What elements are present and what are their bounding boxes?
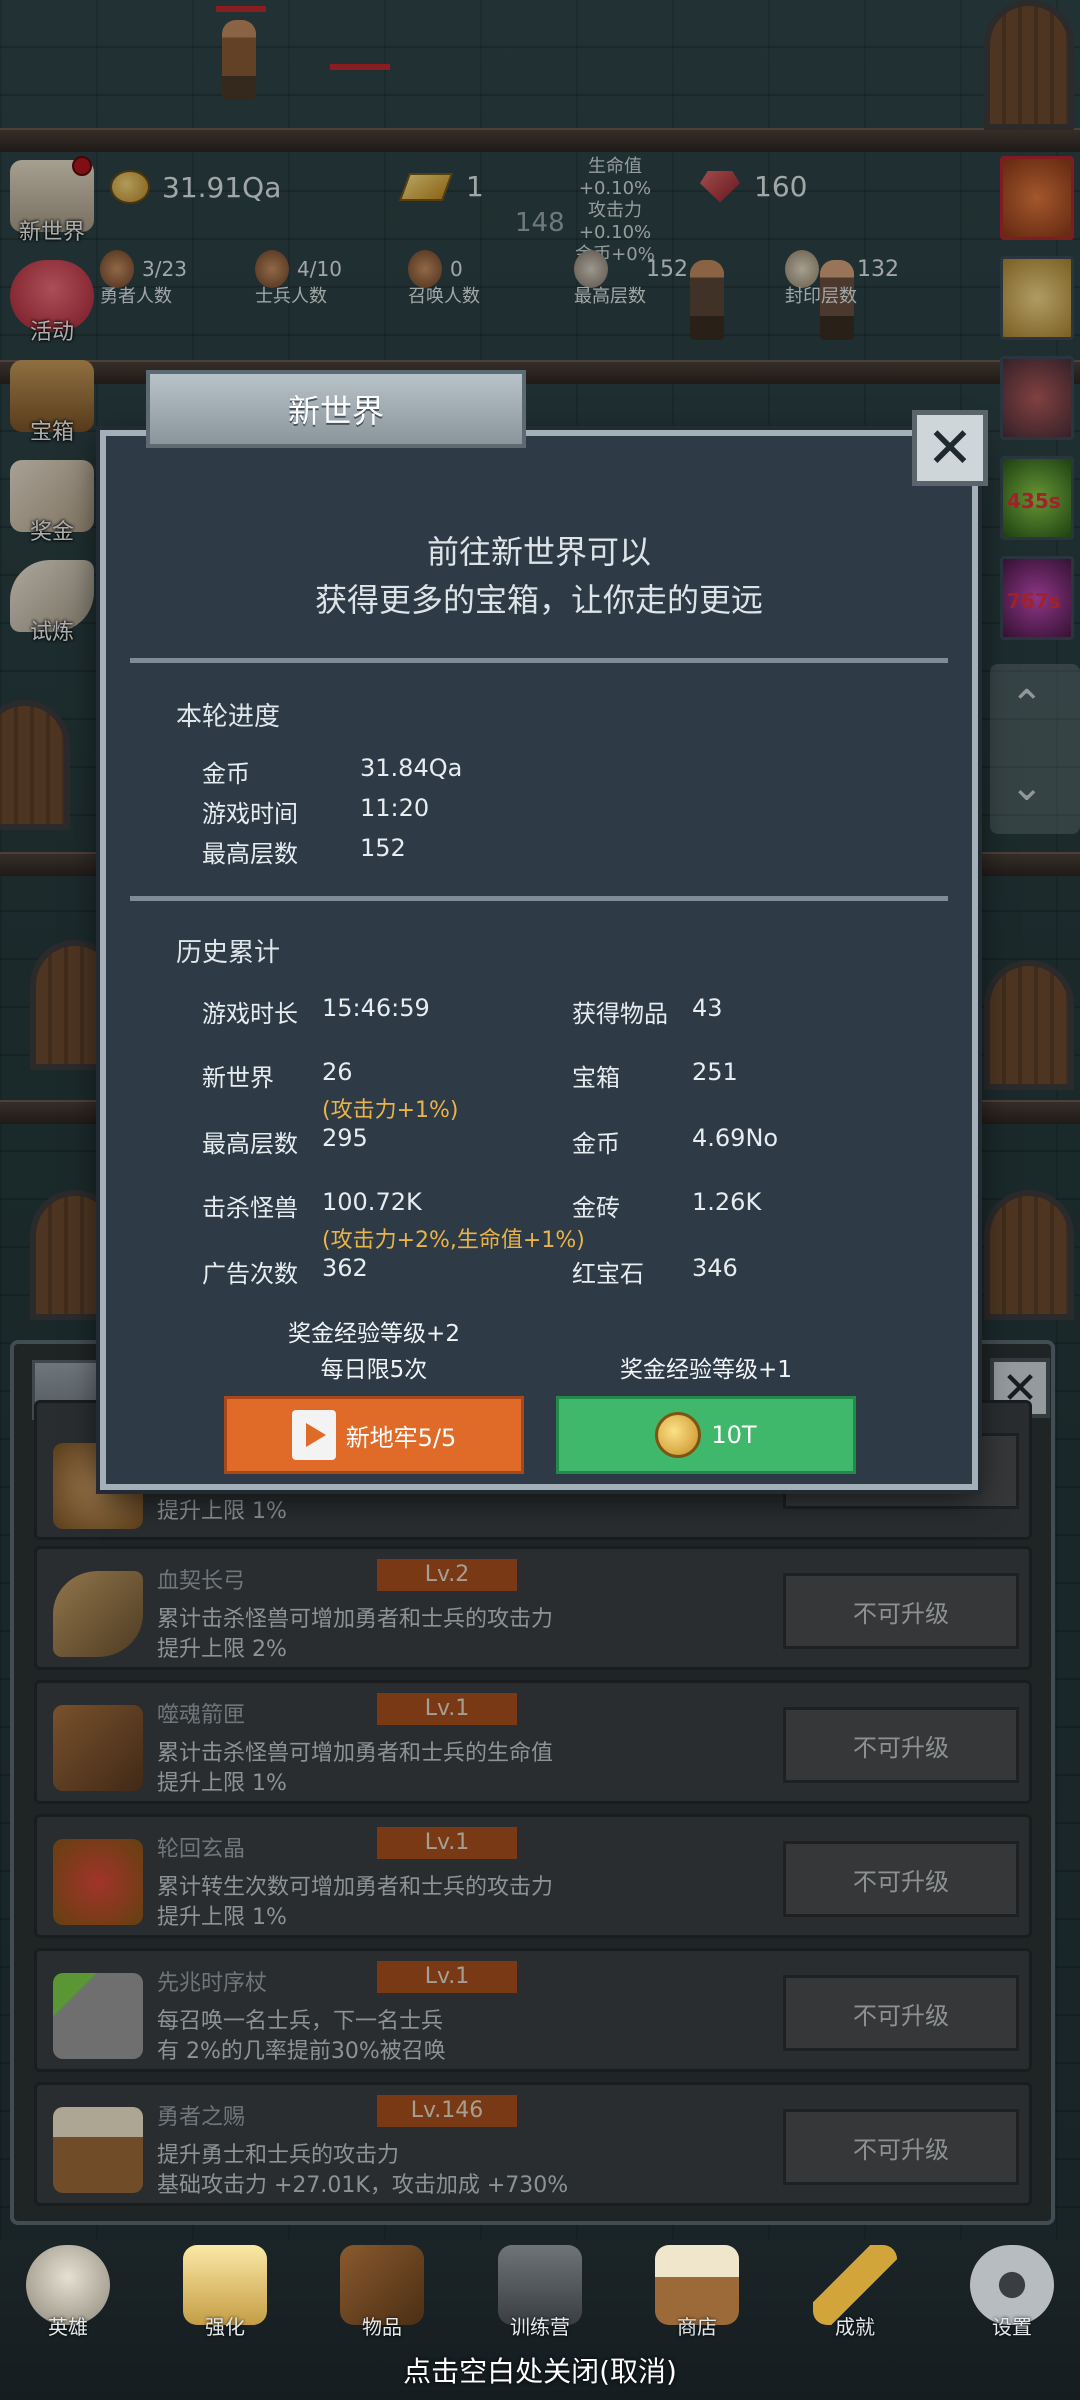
round-section-title: 本轮进度 [176, 702, 281, 732]
nav-shop[interactable]: 商店 [637, 2245, 757, 2355]
history-key: 金币 [572, 1130, 620, 1158]
history-value: 346 [692, 1254, 738, 1282]
history-value: 1.26K [692, 1188, 762, 1216]
intro-line: 获得更多的宝箱，让你走的更远 [314, 581, 763, 619]
coin-bonus-text: 奖金经验等级+1 [620, 1357, 792, 1383]
history-value: 15:46:59 [322, 994, 430, 1022]
button-label: 10T [711, 1421, 757, 1449]
video-play-icon [291, 1410, 336, 1460]
round-key: 金币 [202, 760, 250, 788]
nav-label: 强化 [205, 2315, 245, 2339]
history-key: 获得物品 [572, 1000, 668, 1028]
coin-icon [655, 1412, 702, 1458]
nav-label: 英雄 [48, 2315, 88, 2339]
history-value: 4.69No [692, 1124, 779, 1152]
history-value: 100.72K [322, 1188, 422, 1216]
round-value: 11:20 [360, 794, 430, 822]
nav-training[interactable]: 训练营 [480, 2245, 600, 2355]
nav-achievements[interactable]: 成就 [795, 2245, 915, 2355]
nav-label: 商店 [677, 2315, 717, 2339]
divider [130, 896, 948, 901]
bonus-note: (攻击力+1%) [322, 1098, 459, 1123]
history-value: 43 [692, 994, 723, 1022]
history-value: 251 [692, 1058, 738, 1086]
history-value: 26 [322, 1058, 353, 1086]
modal-close-button[interactable]: ✕ [912, 410, 988, 486]
modal-title-plate: 新世界 [146, 370, 526, 448]
nav-label: 设置 [992, 2315, 1032, 2339]
ad-bonus-text: 奖金经验等级+2 每日限5次 [224, 1316, 524, 1388]
history-key: 广告次数 [202, 1260, 298, 1288]
coin-new-world-button[interactable]: 10T [556, 1396, 856, 1474]
bonus-line: 每日限5次 [320, 1357, 428, 1383]
nav-label: 成就 [835, 2315, 875, 2339]
button-label: 新地牢5/5 [345, 1423, 457, 1452]
history-key: 新世界 [202, 1064, 274, 1092]
watch-ad-new-dungeon-button[interactable]: 新地牢5/5 [224, 1396, 524, 1474]
history-key: 击杀怪兽 [202, 1194, 298, 1222]
close-icon: ✕ [926, 415, 974, 481]
nav-items[interactable]: 物品 [322, 2245, 442, 2355]
nav-label: 训练营 [510, 2315, 570, 2339]
nav-label: 物品 [362, 2315, 402, 2339]
new-world-modal: 前往新世界可以 获得更多的宝箱，让你走的更远 本轮进度 金币 31.84Qa 游… [100, 430, 978, 1490]
bonus-line: 奖金经验等级+2 [288, 1321, 460, 1347]
history-key: 游戏时长 [202, 1000, 298, 1028]
intro-line: 前往新世界可以 [426, 533, 651, 571]
history-key: 金砖 [572, 1194, 620, 1222]
divider [130, 658, 948, 663]
history-section-title: 历史累计 [176, 938, 281, 968]
nav-settings[interactable]: 设置 [952, 2245, 1072, 2355]
history-value: 295 [322, 1124, 368, 1152]
modal-intro: 前往新世界可以 获得更多的宝箱，让你走的更远 [106, 528, 972, 624]
history-key: 宝箱 [572, 1064, 620, 1092]
bonus-note: (攻击力+2%,生命值+1%) [322, 1228, 585, 1253]
round-value: 31.84Qa [360, 754, 463, 782]
history-value: 362 [322, 1254, 368, 1282]
history-key: 红宝石 [572, 1260, 644, 1288]
round-key: 最高层数 [202, 840, 298, 868]
history-key: 最高层数 [202, 1130, 298, 1158]
close-hint: 点击空白处关闭(取消) [403, 2355, 677, 2388]
nav-enhance[interactable]: 强化 [165, 2245, 285, 2355]
round-key: 游戏时间 [202, 800, 298, 828]
nav-heroes[interactable]: 英雄 [8, 2245, 128, 2355]
round-value: 152 [360, 834, 406, 862]
modal-title: 新世界 [287, 392, 384, 430]
